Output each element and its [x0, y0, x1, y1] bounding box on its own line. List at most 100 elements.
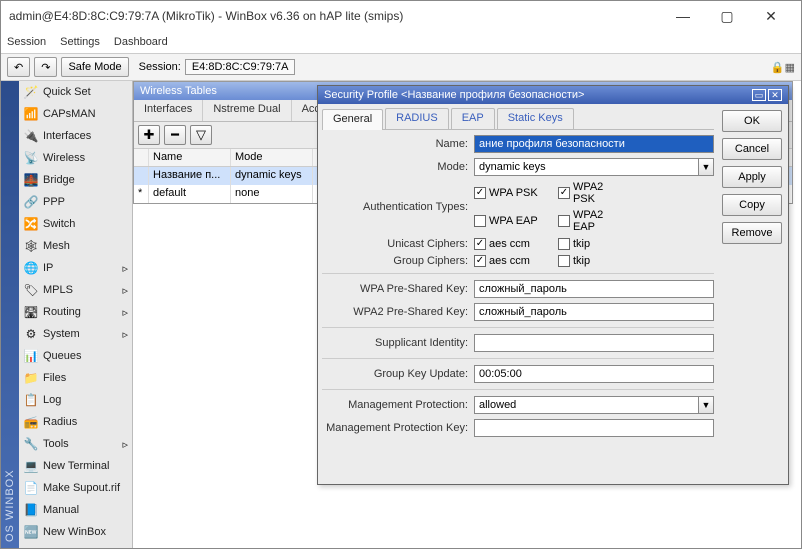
sidebar-item-wireless[interactable]: 📡 Wireless	[19, 147, 132, 169]
sidebar-label: Routing	[43, 306, 81, 318]
sidebar-item-routing[interactable]: 🛣Routing▹	[19, 301, 132, 323]
sidebar-item-log[interactable]: 📋Log	[19, 389, 132, 411]
cancel-button[interactable]: Cancel	[722, 138, 782, 160]
sidebar-item-mesh[interactable]: 🕸 Mesh	[19, 235, 132, 257]
window-titlebar: admin@E4:8D:8C:C9:79:7A (MikroTik) - Win…	[1, 1, 801, 31]
window-title: admin@E4:8D:8C:C9:79:7A (MikroTik) - Win…	[9, 9, 661, 23]
sidebar-icon: 📻	[23, 414, 39, 430]
filter-button[interactable]: ▽	[190, 125, 212, 145]
session-label: Session:	[139, 61, 181, 73]
sidebar-icon: 🌉	[23, 172, 39, 188]
sidebar-item-system[interactable]: ⚙System▹	[19, 323, 132, 345]
maximize-button[interactable]: ▢	[705, 2, 749, 30]
secwin-min-icon[interactable]: ▭	[752, 89, 766, 101]
sidebar-icon: 🔀	[23, 216, 39, 232]
sidebar-item-capsman[interactable]: 📶CAPsMAN	[19, 103, 132, 125]
secwin-close-icon[interactable]: ✕	[768, 89, 782, 101]
checkbox[interactable]	[474, 255, 486, 267]
checkbox[interactable]	[558, 255, 570, 267]
tab-radius[interactable]: RADIUS	[385, 108, 449, 129]
sidebar-icon: 📘	[23, 502, 39, 518]
sidebar-item-quick-set[interactable]: 🪄Quick Set	[19, 81, 132, 103]
copy-button[interactable]: Copy	[722, 194, 782, 216]
gku-input[interactable]	[474, 365, 714, 383]
sidebar-label: Queues	[43, 350, 82, 362]
security-profile-window: Security Profile <Название профиля безоп…	[317, 85, 789, 485]
checkbox[interactable]	[558, 187, 570, 199]
sidebar-icon: 💻	[23, 458, 39, 474]
mode-label: Mode:	[322, 161, 474, 173]
checkbox-label: aes ccm	[489, 238, 530, 250]
checkbox[interactable]	[474, 215, 486, 227]
sidebar-label: PPP	[43, 196, 65, 208]
menu-session[interactable]: Session	[7, 36, 46, 48]
checkbox[interactable]	[474, 187, 486, 199]
sidebar-icon: 🔗	[23, 194, 39, 210]
sidebar-item-new-terminal[interactable]: 💻New Terminal	[19, 455, 132, 477]
chevron-down-icon[interactable]: ▼	[698, 158, 714, 176]
sidebar-item-new-winbox[interactable]: 🆕New WinBox	[19, 521, 132, 543]
checkbox-label: aes ccm	[489, 255, 530, 267]
col-flag[interactable]	[134, 149, 149, 166]
supplicant-input[interactable]	[474, 334, 714, 352]
add-button[interactable]: ✚	[138, 125, 160, 145]
menu-dashboard[interactable]: Dashboard	[114, 36, 168, 48]
sidebar-item-mpls[interactable]: 🏷MPLS▹	[19, 279, 132, 301]
sidebar-icon: 🔧	[23, 436, 39, 452]
mp-combo[interactable]: ▼	[474, 396, 714, 414]
mpk-input[interactable]	[474, 419, 714, 437]
close-button[interactable]: ✕	[749, 2, 793, 30]
sidebar-icon: 🌐	[23, 260, 39, 276]
sidebar-item-switch[interactable]: 🔀Switch	[19, 213, 132, 235]
checkbox-label: tkip	[573, 238, 590, 250]
checkbox-label: WPA PSK	[489, 187, 538, 199]
col-name[interactable]: Name	[149, 149, 231, 166]
sidebar-item-queues[interactable]: 📊 Queues	[19, 345, 132, 367]
tab-eap[interactable]: EAP	[451, 108, 495, 129]
sidebar-item-interfaces[interactable]: 🔌Interfaces	[19, 125, 132, 147]
sidebar-icon: 📡	[23, 150, 39, 166]
ok-button[interactable]: OK	[722, 110, 782, 132]
sidebar-label: Mesh	[43, 240, 70, 252]
sidebar-item-files[interactable]: 📁Files	[19, 367, 132, 389]
sidebar-icon: 🛣	[23, 304, 39, 320]
checkbox[interactable]	[558, 238, 570, 250]
redo-button[interactable]: ↷	[34, 57, 57, 77]
remove-button[interactable]: ━	[164, 125, 186, 145]
tab-statickeys[interactable]: Static Keys	[497, 108, 574, 129]
sidebar-item-tools[interactable]: 🔧Tools▹	[19, 433, 132, 455]
apply-button[interactable]: Apply	[722, 166, 782, 188]
sidebar-item-bridge[interactable]: 🌉Bridge	[19, 169, 132, 191]
chevron-down-icon[interactable]: ▼	[698, 396, 714, 414]
submenu-arrow-icon: ▹	[122, 262, 128, 275]
sidebar-icon: 📊	[23, 348, 39, 364]
name-input[interactable]	[474, 135, 714, 153]
sidebar-item-ppp[interactable]: 🔗 PPP	[19, 191, 132, 213]
tab-general[interactable]: General	[322, 109, 383, 130]
checkbox[interactable]	[474, 238, 486, 250]
checkbox-label: WPA EAP	[489, 215, 538, 227]
tab-nstreme[interactable]: Nstreme Dual	[203, 100, 291, 121]
wpa-input[interactable]	[474, 280, 714, 298]
remove-button[interactable]: Remove	[722, 222, 782, 244]
sidebar-label: Wireless	[43, 152, 85, 164]
sidebar-icon: 🕸	[23, 238, 39, 254]
menu-settings[interactable]: Settings	[60, 36, 100, 48]
sidebar-item-make-supout.rif[interactable]: 📄Make Supout.rif	[19, 477, 132, 499]
undo-button[interactable]: ↶	[7, 57, 30, 77]
sidebar-item-manual[interactable]: 📘Manual	[19, 499, 132, 521]
minimize-button[interactable]: —	[661, 2, 705, 30]
sidebar-label: Interfaces	[43, 130, 91, 142]
safe-mode-button[interactable]: Safe Mode	[61, 57, 128, 77]
wpa2-input[interactable]	[474, 303, 714, 321]
sidebar-icon: 📋	[23, 392, 39, 408]
sidebar-item-radius[interactable]: 📻Radius	[19, 411, 132, 433]
sidebar: OS WINBOX 🪄Quick Set📶CAPsMAN🔌Interfaces📡…	[1, 81, 133, 548]
sidebar-label: MPLS	[43, 284, 73, 296]
sidebar-item-ip[interactable]: 🌐IP▹	[19, 257, 132, 279]
tab-interfaces[interactable]: Interfaces	[134, 100, 203, 121]
col-mode[interactable]: Mode	[231, 149, 313, 166]
checkbox[interactable]	[558, 215, 570, 227]
mode-combo[interactable]: ▼	[474, 158, 714, 176]
checkbox-label: WPA2 PSK	[573, 181, 628, 205]
